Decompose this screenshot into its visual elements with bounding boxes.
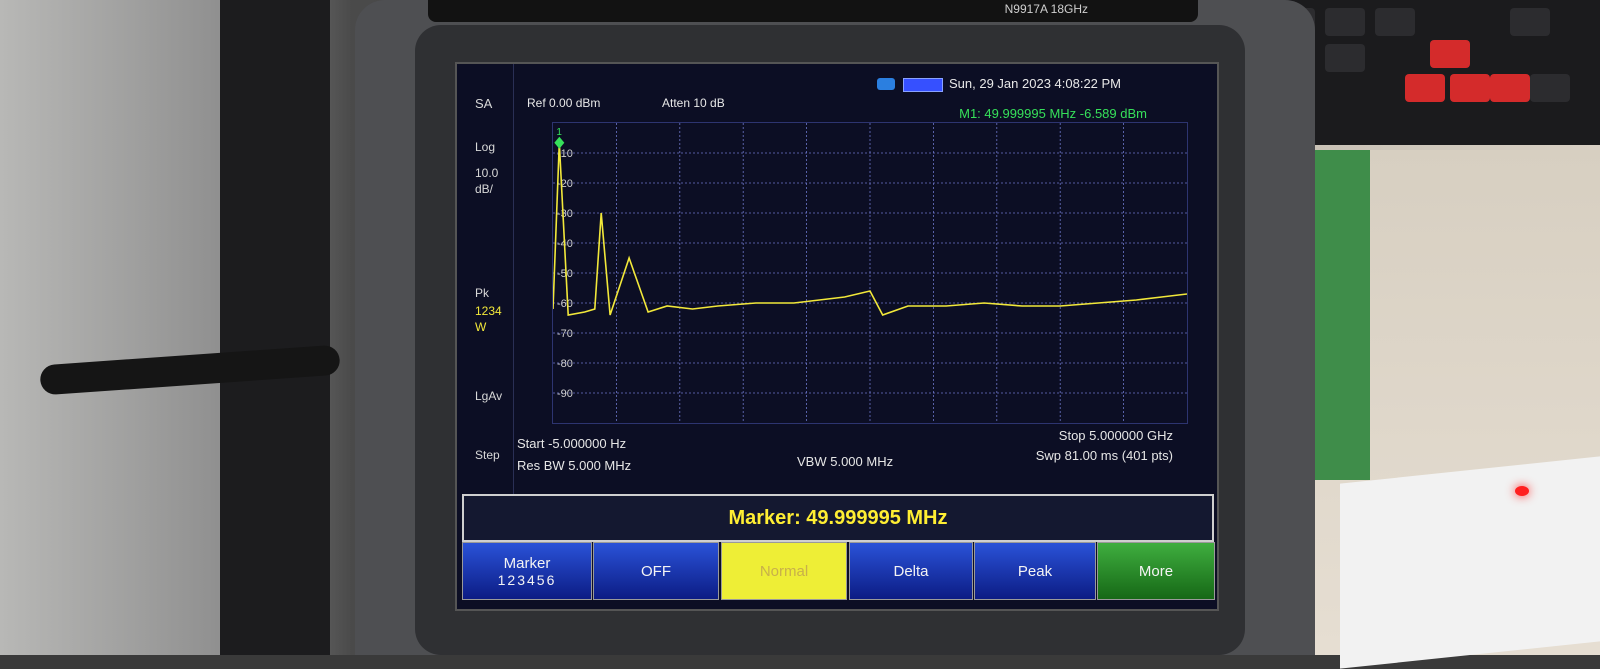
analyzer-screen: SA Log 10.0 dB/ Pk 1234 W LgAv Step Sun,… bbox=[455, 62, 1219, 611]
softkey-normal-label: Normal bbox=[759, 562, 809, 580]
y-tick-label: -50 bbox=[557, 268, 573, 280]
stop-frequency: Stop 5.000000 GHz bbox=[1058, 428, 1173, 443]
softkey-peak[interactable]: Peak bbox=[974, 542, 1096, 600]
datetime: Sun, 29 Jan 2023 4:08:22 PM bbox=[949, 76, 1122, 91]
spectrum-plot: -10 -20 -30 -40 -50 -60 -70 -80 -90 1 bbox=[552, 122, 1188, 424]
attenuation: Atten 10 dB bbox=[662, 96, 725, 110]
white-pcb bbox=[1340, 456, 1600, 669]
battery-icon bbox=[903, 78, 943, 92]
softkey-more-label: More bbox=[1138, 562, 1174, 580]
softkey-more[interactable]: More bbox=[1097, 542, 1215, 600]
model-label-strip: N9917A 18GHz bbox=[428, 0, 1198, 22]
detector-label: Pk bbox=[475, 286, 490, 300]
softkey-marker[interactable]: Marker 123456 bbox=[462, 542, 592, 600]
softkey-normal[interactable]: Normal bbox=[721, 542, 847, 600]
y-tick-label: -60 bbox=[557, 298, 573, 310]
carry-strap bbox=[220, 0, 330, 655]
start-frequency: Start -5.000000 Hz bbox=[517, 436, 627, 451]
softkey-row: Marker 123456 OFF Normal Delta Peak More bbox=[462, 542, 1215, 602]
softkey-delta-label: Delta bbox=[893, 562, 929, 580]
trace-state: W bbox=[475, 320, 487, 334]
y-tick-label: -30 bbox=[557, 208, 573, 220]
scale-value: 10.0 bbox=[475, 166, 499, 180]
y-tick-label: -70 bbox=[557, 328, 573, 340]
softkey-marker-numbers: 123456 bbox=[497, 571, 557, 588]
step-label: Step bbox=[475, 448, 500, 462]
network-icon bbox=[877, 78, 895, 90]
video-bandwidth: VBW 5.000 MHz bbox=[797, 454, 894, 469]
marker-readout: M1: 49.999995 MHz -6.589 dBm bbox=[959, 106, 1147, 121]
marker-label: 1 bbox=[556, 127, 562, 138]
softkey-off-label: OFF bbox=[641, 562, 671, 580]
softkey-off[interactable]: OFF bbox=[593, 542, 719, 600]
spectrum-svg: -10-20-30-40-50-60-70-80-901 bbox=[553, 123, 1187, 423]
sweep-time: Swp 81.00 ms (401 pts) bbox=[1035, 448, 1173, 463]
softkey-delta[interactable]: Delta bbox=[849, 542, 973, 600]
marker-diamond bbox=[554, 136, 565, 149]
model-text: N9917A 18GHz bbox=[1004, 2, 1088, 16]
left-status-panel: SA Log 10.0 dB/ Pk 1234 W LgAv Step bbox=[457, 64, 514, 494]
red-led bbox=[1515, 486, 1529, 496]
mode-label: SA bbox=[475, 96, 493, 111]
marker-bar-text: Marker: 49.999995 MHz bbox=[728, 507, 948, 529]
y-tick-label: -80 bbox=[557, 358, 573, 370]
scale-type-label: Log bbox=[475, 140, 496, 154]
softkey-peak-label: Peak bbox=[1017, 562, 1053, 580]
y-tick-label: -90 bbox=[557, 388, 573, 400]
trace-numbers: 1234 bbox=[475, 304, 502, 318]
active-marker-bar: Marker: 49.999995 MHz bbox=[462, 494, 1214, 542]
resolution-bandwidth: Res BW 5.000 MHz bbox=[517, 458, 632, 473]
y-tick-label: -20 bbox=[557, 178, 573, 190]
softkey-marker-label: Marker bbox=[503, 554, 551, 572]
scale-unit: dB/ bbox=[475, 182, 494, 196]
averaging-label: LgAv bbox=[475, 389, 503, 403]
ref-level: Ref 0.00 dBm bbox=[527, 96, 601, 110]
